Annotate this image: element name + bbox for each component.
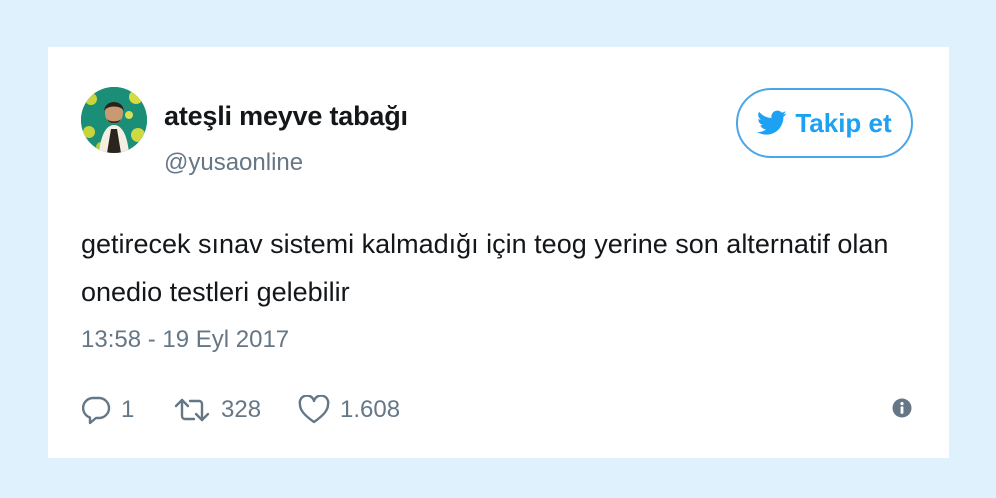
reply-button[interactable]: 1 [81, 395, 173, 425]
profile-avatar[interactable] [81, 87, 147, 153]
follow-button[interactable]: Takip et [736, 88, 913, 158]
follow-button-label: Takip et [795, 107, 892, 138]
retweet-button[interactable]: 328 [173, 395, 298, 425]
retweet-icon [173, 395, 211, 425]
display-name[interactable]: ateşli meyve tabağı [164, 101, 408, 132]
user-handle[interactable]: @yusaonline [164, 149, 303, 177]
tweet-timestamp[interactable]: 13:58 - 19 Eyl 2017 [81, 326, 289, 354]
tweet-actions: 1 328 1.608 [81, 390, 400, 430]
reply-icon [81, 395, 111, 425]
retweet-count: 328 [221, 396, 262, 423]
info-icon[interactable] [892, 398, 912, 418]
like-count: 1.608 [340, 396, 401, 423]
tweet-text: getirecek sınav sistemi kalmadığı için t… [81, 229, 889, 307]
like-button[interactable]: 1.608 [298, 395, 400, 425]
twitter-bird-icon [757, 110, 787, 136]
heart-icon [298, 395, 330, 425]
tweet-card: ateşli meyve tabağı @yusaonline Takip et… [48, 47, 949, 458]
reply-count: 1 [121, 396, 135, 423]
